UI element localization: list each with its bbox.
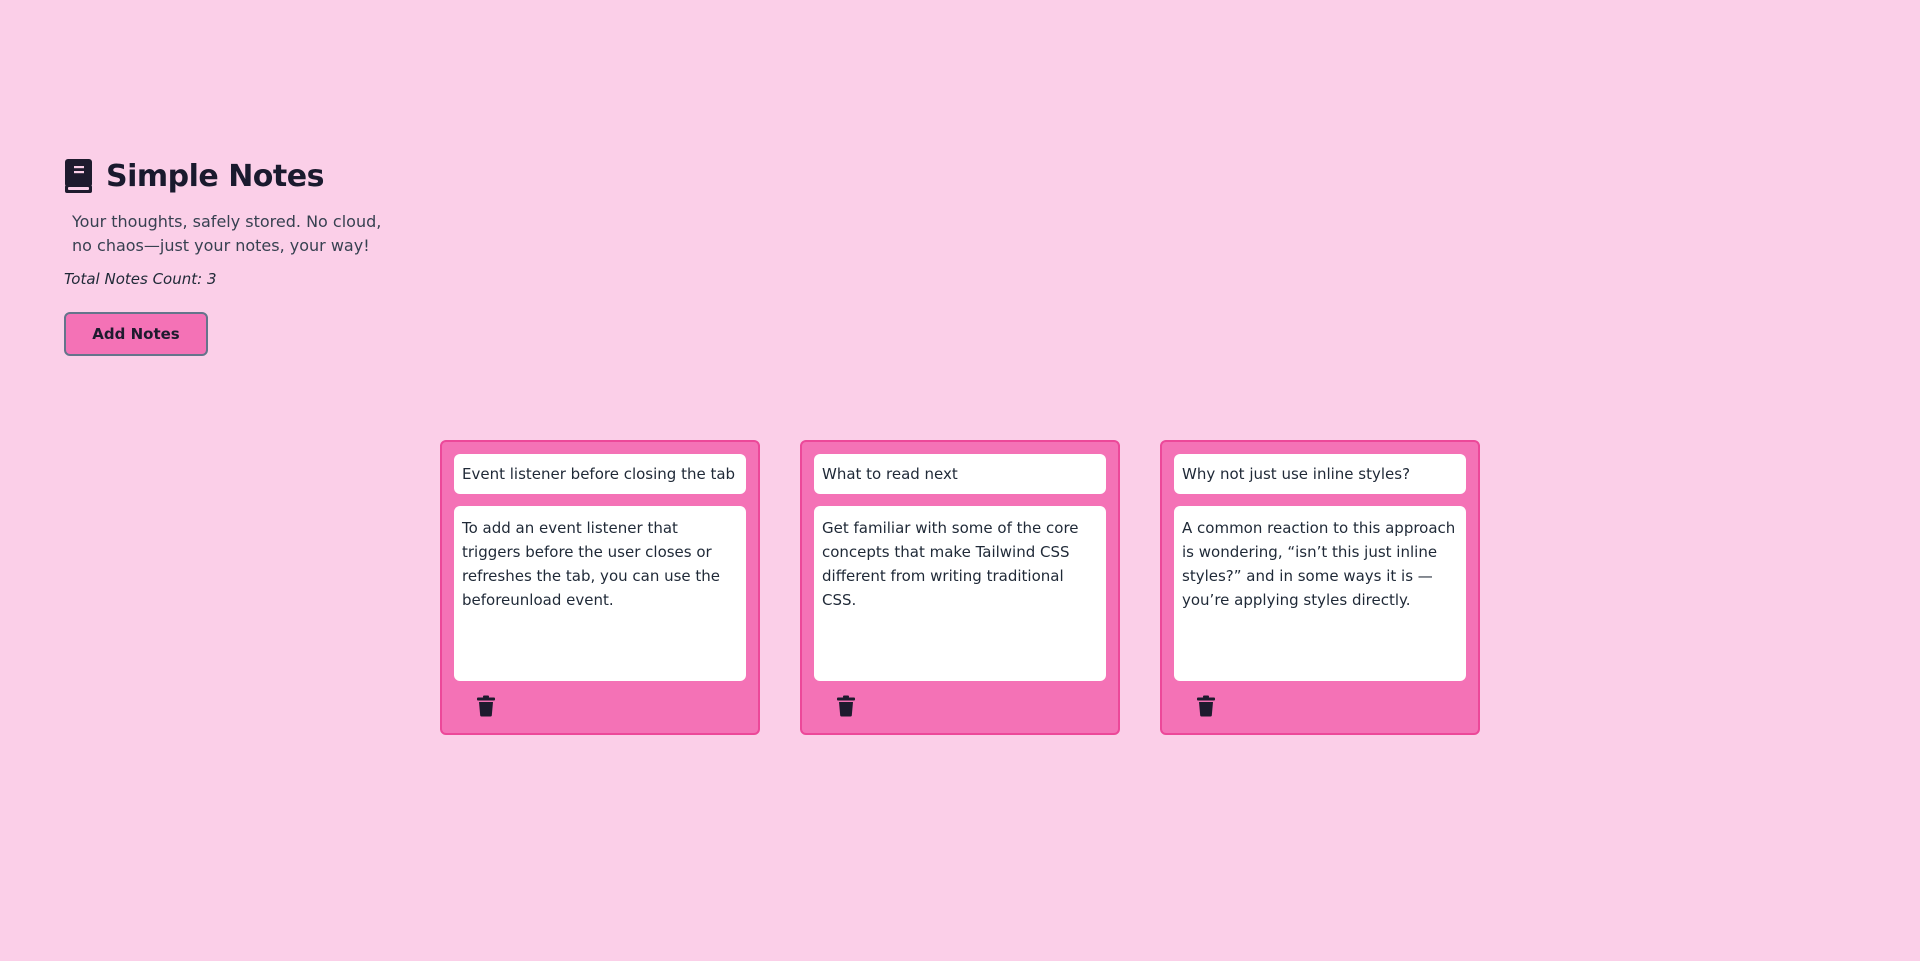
add-notes-button[interactable]: Add Notes bbox=[64, 312, 208, 356]
note-title-input[interactable]: What to read next bbox=[814, 454, 1106, 494]
note-title-input[interactable]: Event listener before closing the tab bbox=[454, 454, 746, 494]
trash-icon bbox=[476, 695, 500, 717]
title-row: Simple Notes bbox=[64, 158, 404, 194]
note-card: Event listener before closing the tab To… bbox=[440, 440, 760, 735]
note-body-textarea[interactable]: Get familiar with some of the core conce… bbox=[814, 506, 1106, 681]
note-body-textarea[interactable]: A common reaction to this approach is wo… bbox=[1174, 506, 1466, 681]
book-icon bbox=[64, 158, 94, 194]
note-card: What to read next Get familiar with some… bbox=[800, 440, 1120, 735]
delete-note-button[interactable] bbox=[836, 693, 860, 719]
delete-note-button[interactable] bbox=[1196, 693, 1220, 719]
page-title: Simple Notes bbox=[106, 158, 324, 194]
notes-count: Total Notes Count: 3 bbox=[64, 270, 217, 288]
note-body-textarea[interactable]: To add an event listener that triggers b… bbox=[454, 506, 746, 681]
page-subtitle: Your thoughts, safely stored. No cloud, … bbox=[72, 212, 382, 255]
delete-note-button[interactable] bbox=[476, 693, 500, 719]
notes-list: Event listener before closing the tab To… bbox=[440, 440, 1480, 735]
note-title-input[interactable]: Why not just use inline styles? bbox=[1174, 454, 1466, 494]
trash-icon bbox=[1196, 695, 1220, 717]
trash-icon bbox=[836, 695, 860, 717]
app-header: Simple Notes Your thoughts, safely store… bbox=[64, 158, 404, 356]
note-card: Why not just use inline styles? A common… bbox=[1160, 440, 1480, 735]
